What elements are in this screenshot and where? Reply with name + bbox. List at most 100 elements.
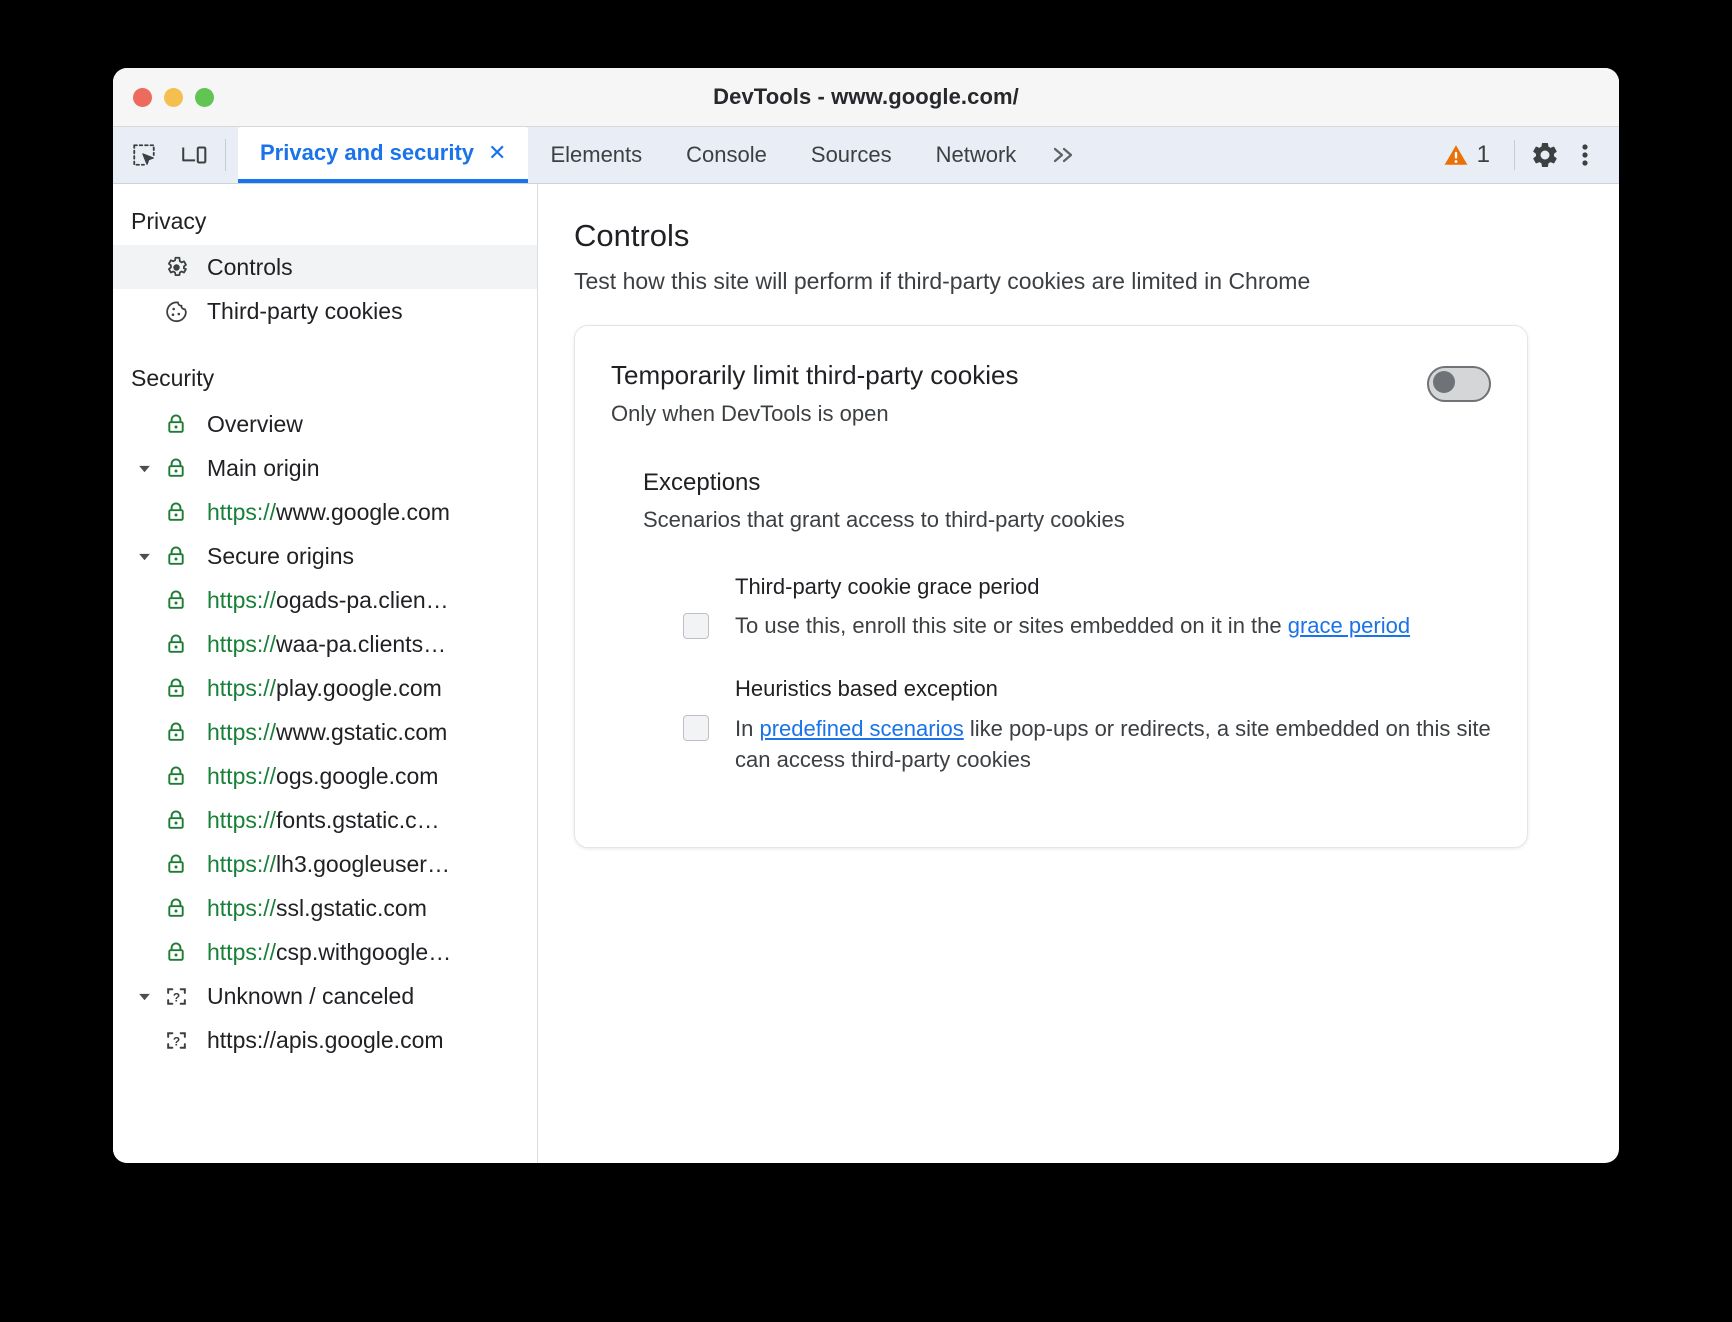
sidebar-origin-row[interactable]: https://fonts.gstatic.c… [113,798,537,842]
sidebar-item-controls[interactable]: Controls [113,245,537,289]
sidebar-origin-row[interactable]: https://waa-pa.clients… [113,622,537,666]
sidebar-origin-row[interactable]: https://www.gstatic.com [113,710,537,754]
sidebar-origin-row[interactable]: https://ssl.gstatic.com [113,886,537,930]
chevron-down-icon[interactable] [131,548,157,565]
tabbar-right-tools: 1 [1429,127,1619,183]
sidebar-origin-row[interactable]: https://play.google.com [113,666,537,710]
device-toolbar-icon[interactable] [177,138,211,172]
card-title: Temporarily limit third-party cookies [611,360,1019,390]
lock-icon [159,456,193,480]
controls-panel: Controls Test how this site will perform… [538,184,1619,1163]
sidebar-origin-url: https://play.google.com [207,674,442,701]
exceptions-section: Exceptions Scenarios that grant access t… [611,469,1491,775]
lock-icon [159,632,193,656]
devtools-content: Privacy Controls Third-party cookies Sec… [113,184,1619,1163]
sidebar-group-title-security: Security [131,365,215,391]
zoom-window-button[interactable] [195,87,214,107]
tab-label: Console [686,142,767,167]
sidebar-item-secure-origins[interactable]: Secure origins [113,534,537,578]
page-subtitle: Test how this site will perform if third… [574,268,1311,294]
page-title: Controls [574,218,690,253]
tab-console[interactable]: Console [664,127,789,183]
grace-period-checkbox[interactable] [683,613,709,639]
sidebar-item-main-origin[interactable]: Main origin [113,446,537,490]
exception-heading: Third-party cookie grace period [735,574,1040,599]
toggle-knob [1433,371,1455,393]
card-header: Temporarily limit third-party cookies On… [611,360,1491,427]
warning-triangle-icon [1444,145,1468,165]
window-title: DevTools - www.google.com/ [713,84,1019,109]
sidebar-origin-row[interactable]: https://ogads-pa.clien… [113,578,537,622]
devtools-window: DevTools - www.google.com/ Privacy and s… [113,68,1619,1163]
sidebar-origin-url: https://www.gstatic.com [207,718,448,745]
sidebar-item-unknown-canceled[interactable]: ? Unknown / canceled [113,974,537,1018]
sidebar-group-title-privacy: Privacy [131,208,207,234]
card-subtitle: Only when DevTools is open [611,401,889,426]
unknown-origin-icon: ? [159,1028,193,1053]
sidebar-origin-url: https://csp.withgoogle… [207,938,452,965]
tab-elements[interactable]: Elements [528,127,664,183]
sidebar-origin-row[interactable]: https://lh3.googleuser… [113,842,537,886]
card-header-text: Temporarily limit third-party cookies On… [611,360,1018,427]
cookie-icon [159,299,193,324]
tab-privacy-and-security[interactable]: Privacy and security ✕ [238,127,529,183]
tabbar-left-tools [113,127,211,183]
more-vertical-icon[interactable] [1565,135,1605,175]
warning-count: 1 [1476,141,1490,168]
svg-text:?: ? [172,1034,179,1048]
chevron-down-icon[interactable] [131,988,157,1005]
sidebar-item-overview[interactable]: Overview [113,402,537,446]
lock-icon [159,412,193,436]
sidebar-origin-row[interactable]: ? https://apis.google.com [113,1018,537,1062]
more-tabs-icon[interactable] [1038,127,1088,183]
sidebar-origin-url: https://ogs.google.com [207,762,439,789]
heuristics-checkbox[interactable] [683,715,709,742]
warning-indicator[interactable]: 1 [1429,141,1504,169]
limit-third-party-cookies-toggle[interactable] [1427,366,1491,402]
chevron-down-icon[interactable] [131,460,157,477]
svg-text:?: ? [172,990,179,1004]
sidebar-item-label: Secure origins [207,542,355,569]
lock-icon [159,500,193,524]
minimize-window-button[interactable] [164,87,183,107]
toolbar-divider [1514,140,1515,170]
tab-network[interactable]: Network [914,127,1039,183]
window-titlebar: DevTools - www.google.com/ [113,68,1619,127]
sidebar-item-third-party-cookies[interactable]: Third-party cookies [113,289,537,333]
close-icon[interactable]: ✕ [488,140,506,166]
exceptions-title: Exceptions [643,469,761,496]
tab-sources[interactable]: Sources [789,127,914,183]
lock-icon [159,940,193,964]
sidebar-origin-url: https://ssl.gstatic.com [207,894,427,921]
gear-icon[interactable] [1525,135,1565,175]
sidebar-item-label: Third-party cookies [207,297,403,324]
sidebar-origin-url: https://fonts.gstatic.c… [207,806,440,833]
close-window-button[interactable] [133,87,152,107]
sidebar-origin-url: https://www.google.com [207,498,450,525]
lock-icon [159,764,193,788]
tab-label: Network [935,142,1017,167]
tab-label: Privacy and security [260,140,475,165]
lock-icon [159,896,193,920]
gear-icon [159,255,193,280]
predefined-scenarios-link[interactable]: predefined scenarios [759,716,963,741]
exception-text: Heuristics based exception In predefined… [735,673,1491,775]
lock-icon [159,588,193,612]
sidebar-origin-row[interactable]: https://ogs.google.com [113,754,537,798]
sidebar-item-label: Main origin [207,454,320,481]
exception-description: To use this, enroll this site or sites e… [735,613,1411,639]
sidebar-origin-url: https://lh3.googleuser… [207,850,450,877]
sidebar-origin-row[interactable]: https://www.google.com [113,490,537,534]
sidebar-origin-row[interactable]: https://csp.withgoogle… [113,930,537,974]
privacy-security-sidebar: Privacy Controls Third-party cookies Sec… [113,184,538,1163]
tab-label: Sources [810,142,892,167]
devtools-tabbar: Privacy and security ✕ Elements Console … [113,127,1619,184]
tab-label: Elements [550,142,643,167]
inspect-element-icon[interactable] [127,138,161,172]
grace-period-link[interactable]: grace period [1288,613,1410,638]
window-controls [133,87,214,107]
exceptions-subtitle: Scenarios that grant access to third-par… [643,507,1125,532]
toolbar-divider [225,139,226,171]
lock-icon [159,808,193,832]
sidebar-origin-url: https://waa-pa.clients… [207,630,447,657]
